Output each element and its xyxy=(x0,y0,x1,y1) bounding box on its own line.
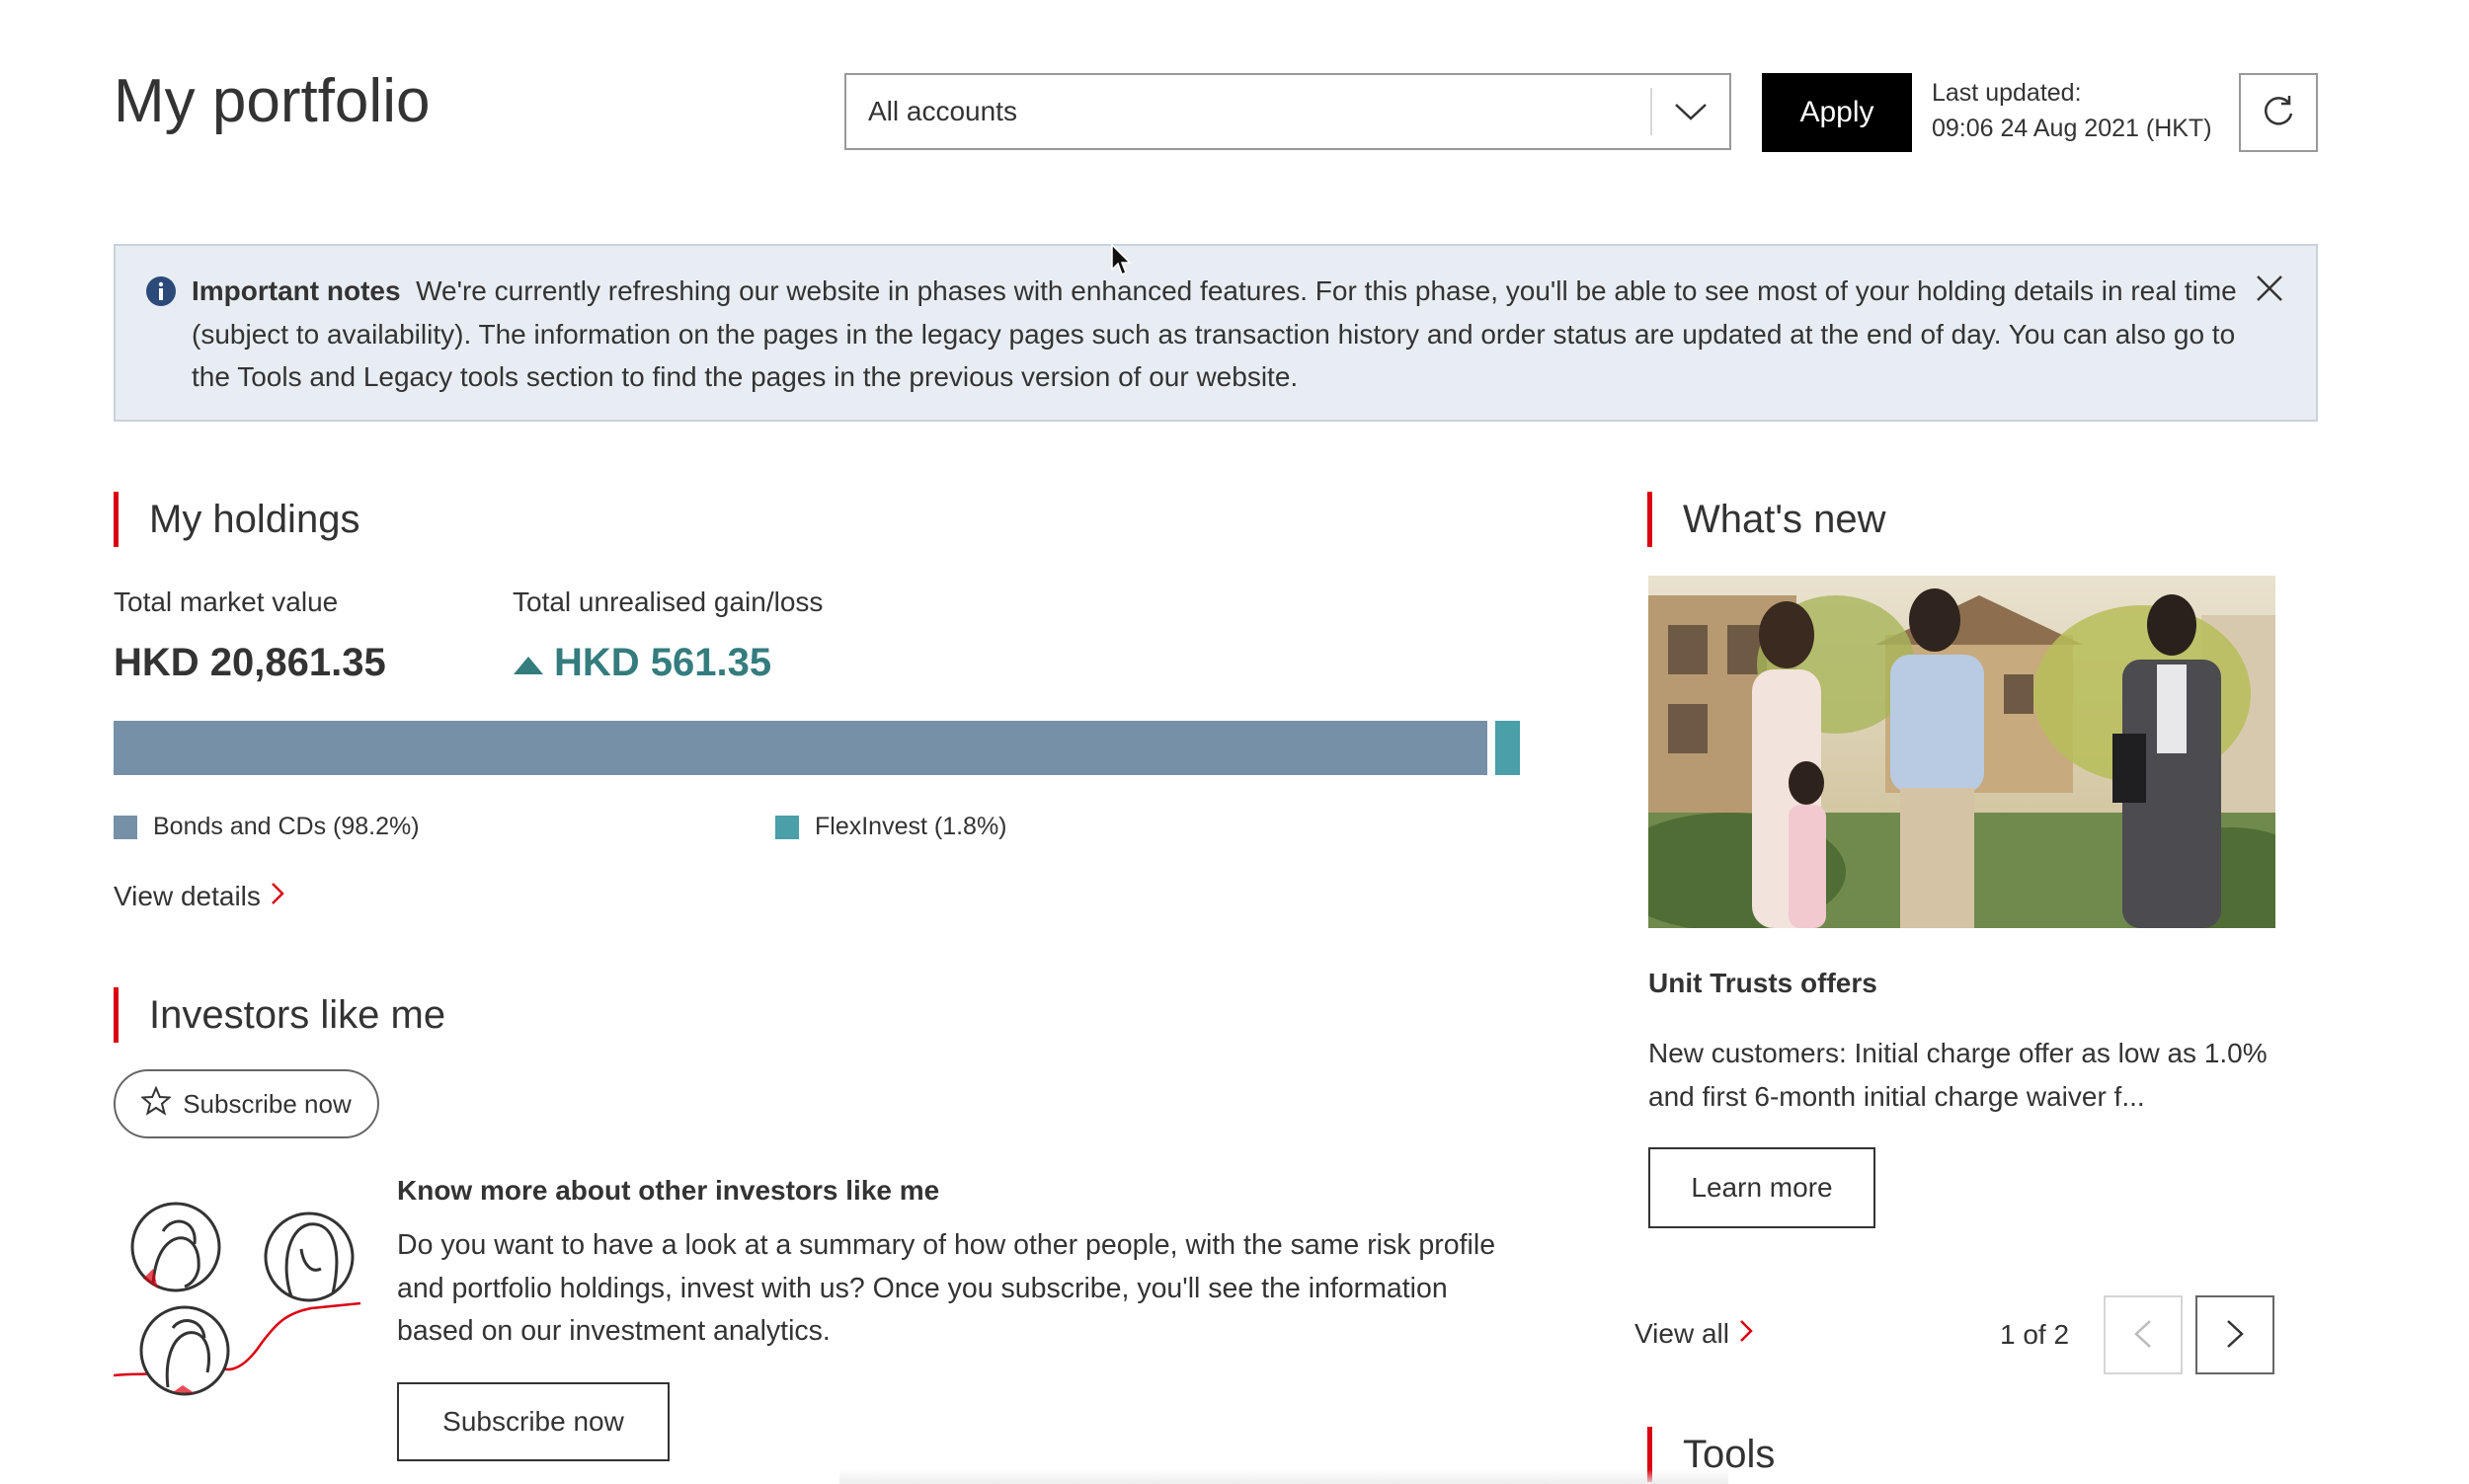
legend-item-flexinvest: FlexInvest (1.8%) xyxy=(775,813,1007,841)
chevron-left-icon xyxy=(2134,1319,2152,1352)
investors-like-me-title: Investors like me xyxy=(149,992,446,1037)
allocation-gap xyxy=(1487,721,1495,775)
unrealised-gain: HKD 561.35 xyxy=(513,641,771,685)
chevron-down-icon[interactable] xyxy=(1652,75,1729,148)
pager-status: 1 of 2 xyxy=(2000,1319,2070,1350)
notice-title: Important notes xyxy=(192,275,401,306)
view-all-label: View all xyxy=(1634,1318,1729,1349)
investors-illustration xyxy=(113,1190,370,1412)
legend-item-bonds: Bonds and CDs (98.2%) xyxy=(114,813,420,841)
refresh-button[interactable] xyxy=(2239,73,2318,152)
info-icon xyxy=(145,275,177,312)
refresh-icon xyxy=(2259,92,2298,134)
account-select-value: All accounts xyxy=(868,96,1017,126)
heading-accent-bar xyxy=(114,987,119,1043)
notice-text: Important notes We're currently refreshi… xyxy=(192,270,2266,399)
total-market-value-label: Total market value xyxy=(114,586,339,617)
important-notes-banner: Important notes We're currently refreshi… xyxy=(114,244,2318,422)
legend-swatch-flexinvest xyxy=(775,815,799,839)
my-holdings-title: My holdings xyxy=(149,497,360,541)
bottom-shadow xyxy=(839,1469,1728,1484)
legend-swatch-bonds xyxy=(114,815,137,839)
apply-button[interactable]: Apply xyxy=(1762,73,1912,152)
subscribe-pill-label: Subscribe now xyxy=(183,1088,352,1119)
unrealised-gain-value: HKD 561.35 xyxy=(554,641,772,684)
notice-body: We're currently refreshing our website i… xyxy=(192,275,2237,392)
heading-accent-bar xyxy=(1647,492,1652,547)
view-all-link[interactable]: View all xyxy=(1634,1318,1753,1350)
last-updated: Last updated: 09:06 24 Aug 2021 (HKT) xyxy=(1932,75,2212,146)
page-title: My portfolio xyxy=(114,67,431,135)
account-select[interactable]: All accounts xyxy=(844,73,1731,150)
last-updated-value: 09:06 24 Aug 2021 (HKT) xyxy=(1932,115,2212,142)
view-details-link[interactable]: View details xyxy=(114,881,284,912)
promo-image xyxy=(1648,576,2275,928)
learn-more-button[interactable]: Learn more xyxy=(1648,1147,1875,1228)
subscribe-now-button[interactable]: Subscribe now xyxy=(397,1382,670,1461)
total-market-value: HKD 20,861.35 xyxy=(114,641,386,684)
subscribe-pill-button[interactable]: Subscribe now xyxy=(114,1069,379,1138)
mouse-cursor-icon xyxy=(1111,243,1133,282)
last-updated-label: Last updated: xyxy=(1932,79,2082,107)
chevron-right-icon xyxy=(2226,1319,2244,1352)
next-page-button[interactable] xyxy=(2195,1295,2274,1374)
allocation-segment-flexinvest xyxy=(1495,721,1520,775)
offer-title: Unit Trusts offers xyxy=(1648,968,1877,998)
investors-like-me-heading: Investors like me xyxy=(114,987,445,1043)
legend-label-flexinvest: FlexInvest (1.8%) xyxy=(815,813,1007,840)
offer-body: New customers: Initial charge offer as l… xyxy=(1648,1038,2268,1112)
investors-body: Do you want to have a look at a summary … xyxy=(397,1229,1496,1347)
chevron-right-icon xyxy=(1739,1318,1753,1350)
heading-accent-bar xyxy=(114,492,119,547)
allocation-bar xyxy=(114,721,1520,775)
whats-new-heading: What's new xyxy=(1647,492,1886,547)
my-holdings-heading: My holdings xyxy=(114,492,359,547)
investors-title: Know more about other investors like me xyxy=(397,1175,940,1206)
star-icon xyxy=(140,1084,173,1123)
unrealised-gain-label: Total unrealised gain/loss xyxy=(513,586,824,617)
close-icon[interactable] xyxy=(2255,273,2284,308)
legend-label-bonds: Bonds and CDs (98.2%) xyxy=(153,813,420,840)
view-details-label: View details xyxy=(114,881,261,911)
allocation-segment-bonds xyxy=(114,721,1487,775)
whats-new-title: What's new xyxy=(1683,497,1886,541)
triangle-up-icon xyxy=(513,641,544,685)
previous-page-button[interactable] xyxy=(2104,1295,2183,1374)
chevron-right-icon xyxy=(271,881,284,912)
